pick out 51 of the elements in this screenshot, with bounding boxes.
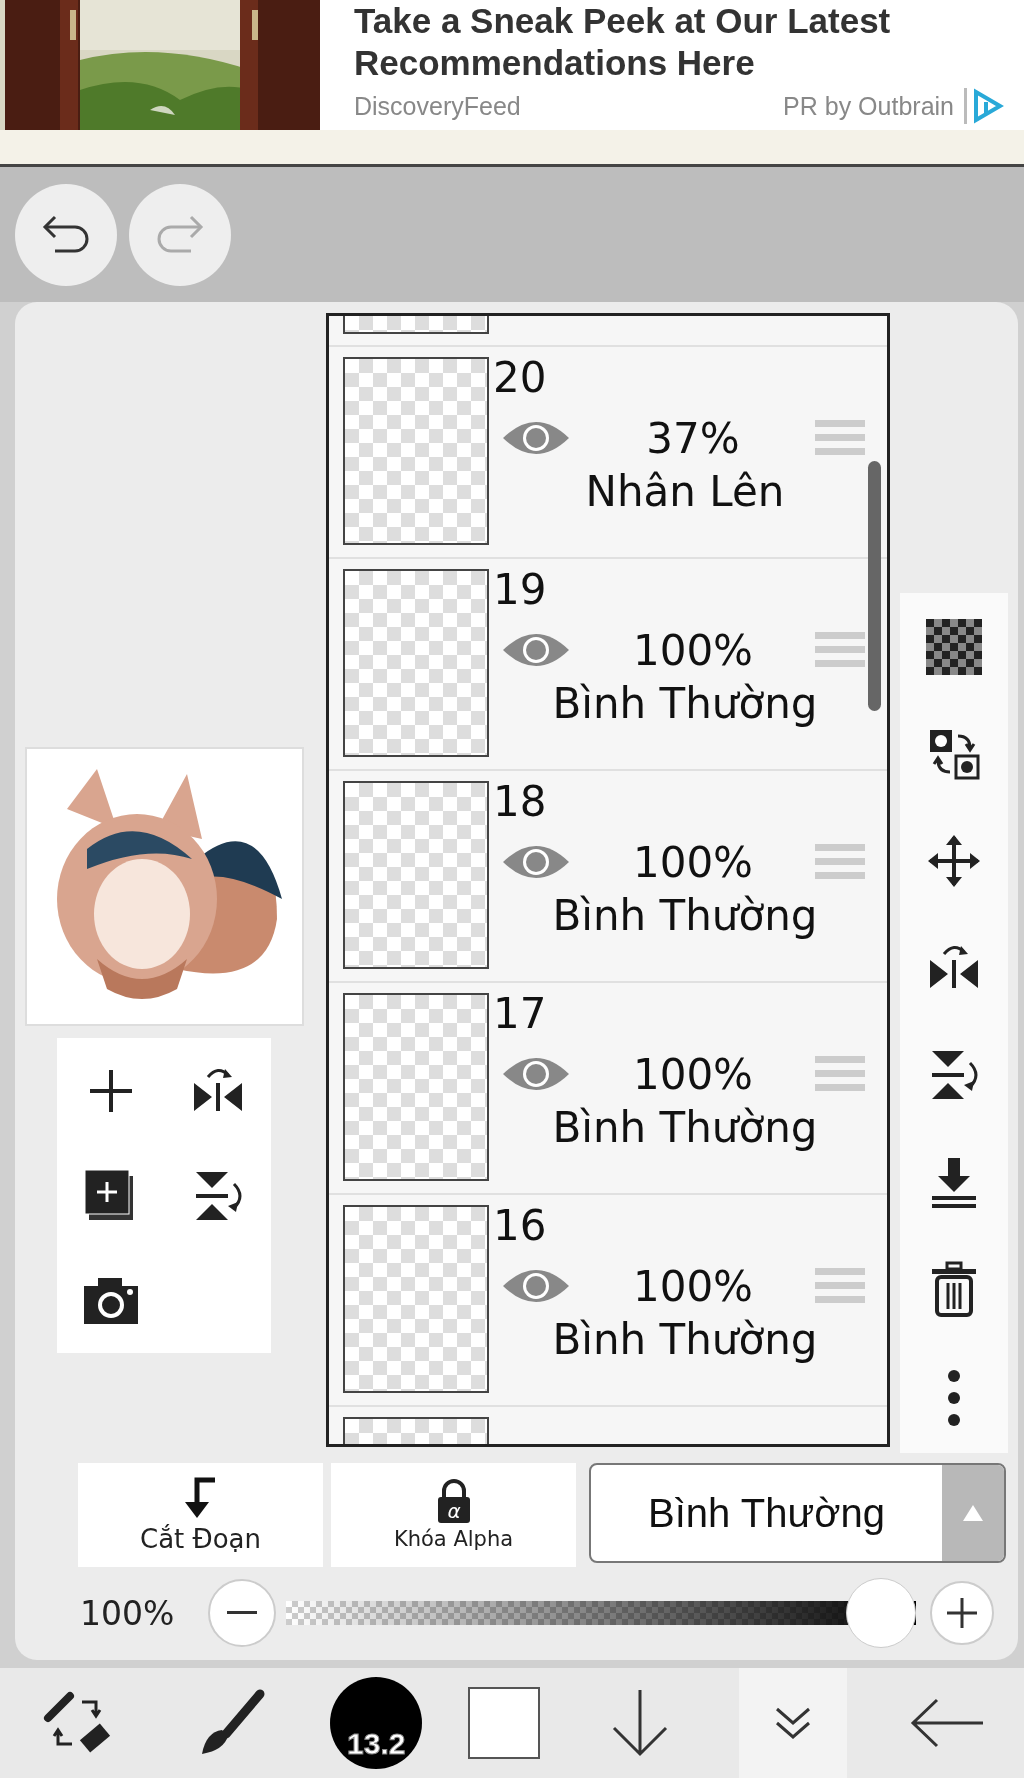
triangle-up-icon xyxy=(961,1503,985,1523)
layer-opacity: 37% xyxy=(645,413,741,463)
blend-mode-label: Bình Thường xyxy=(552,891,818,940)
camera-icon xyxy=(81,1275,140,1326)
layer-tool-button[interactable] xyxy=(929,1260,979,1317)
ad-headline[interactable]: Take a Sneak Peek at Our Latest Recommendations Here xyxy=(354,0,1004,84)
drag-handle-icon xyxy=(815,842,865,882)
layer-number: 20 xyxy=(493,353,547,403)
opacity-slider[interactable] xyxy=(286,1578,916,1648)
layer-opacity: 100% xyxy=(631,837,755,887)
layer-number: 19 xyxy=(493,565,547,615)
ad-sponsor-label: PR by Outbrain xyxy=(783,91,954,121)
color-swatch[interactable] xyxy=(467,1687,540,1759)
blend-mode-label: Bình Thường xyxy=(552,1103,818,1152)
trash-icon xyxy=(929,1260,979,1317)
ad-source: DiscoveryFeed xyxy=(354,91,521,121)
layer-opacity: 100% xyxy=(631,625,755,675)
more-icon xyxy=(946,1367,962,1428)
layer-opacity: 100% xyxy=(631,1261,755,1311)
layer-row[interactable]: 16 100% Bình Thường xyxy=(329,1195,887,1407)
minus-icon xyxy=(227,1611,257,1615)
plus-icon xyxy=(87,1067,134,1114)
blend-mode-dropdown[interactable]: Bình Thường xyxy=(589,1463,1006,1563)
layer-number: 18 xyxy=(493,777,547,827)
blend-mode-label: Nhân Lên xyxy=(585,467,785,516)
brush-size-button[interactable]: 13.2 xyxy=(330,1677,423,1769)
scrollbar[interactable] xyxy=(868,461,881,711)
drag-handle-icon xyxy=(815,1054,865,1094)
drag-handle-icon xyxy=(815,1266,865,1306)
drag-handle-icon xyxy=(815,630,865,670)
layer-tool-button[interactable] xyxy=(946,1367,962,1428)
layer-row[interactable]: 20 37% Nhân Lên xyxy=(329,347,887,559)
ad-choices-icon xyxy=(964,88,1004,124)
blend-mode-label: Bình Thường xyxy=(552,679,818,728)
layer-action-button[interactable]: α Khóa Alpha xyxy=(331,1463,576,1567)
plus-icon xyxy=(947,1598,977,1628)
layer-number: 16 xyxy=(493,1201,547,1251)
layer-action-button[interactable]: Cắt Đoạn xyxy=(78,1463,323,1567)
layer-row[interactable]: 19 100% Bình Thường xyxy=(329,559,887,771)
layer-row[interactable]: 17 100% Bình Thường xyxy=(329,983,887,1195)
checkerboard-icon xyxy=(926,618,982,675)
opacity-value: 100% xyxy=(80,1593,176,1633)
layer-opacity: 100% xyxy=(631,1049,755,1099)
left-arrow-icon xyxy=(909,1698,986,1748)
redo-icon xyxy=(155,214,205,255)
collapse-button[interactable] xyxy=(739,1668,848,1778)
undo-icon xyxy=(41,214,91,255)
blend-mode-label: Bình Thường xyxy=(552,1315,818,1364)
drag-handle-icon xyxy=(815,418,865,458)
layer-number: 17 xyxy=(493,989,547,1039)
layer-row[interactable]: 18 100% Bình Thường xyxy=(329,771,887,983)
